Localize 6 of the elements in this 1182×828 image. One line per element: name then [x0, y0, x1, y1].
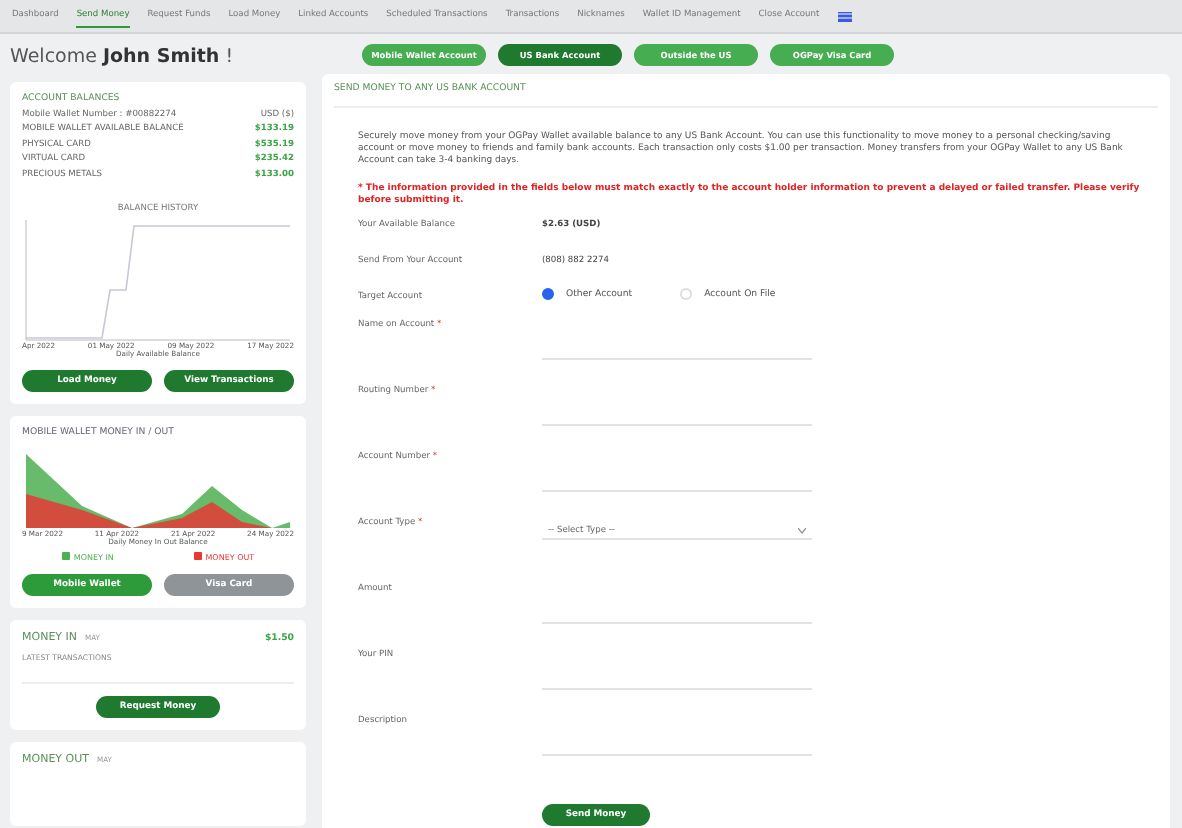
caret-icon — [798, 527, 806, 534]
checkbox-icon[interactable] — [193, 552, 202, 561]
welcome-heading: Welcome John Smith ! — [10, 46, 236, 68]
radio-icon[interactable] — [542, 288, 554, 301]
checkbox-icon[interactable] — [61, 552, 70, 561]
flag-icon[interactable] — [837, 11, 852, 21]
